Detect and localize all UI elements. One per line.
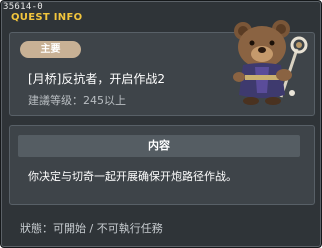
quest-info-window: 35614-0 QUEST INFO 主要 [月桥]反抗者，开启作战2 建議等级… [0,0,322,248]
quest-name: [月桥]反抗者，开启作战2 [28,72,165,86]
content-heading: 内容 [18,135,300,157]
bear-npc-icon [233,20,308,105]
window-title: QUEST INFO [11,12,83,23]
quest-type-badge: 主要 [20,41,81,58]
quest-description: 你决定与切奇一起开展确保开炮路径作战。 [28,170,237,183]
quest-id-label: 35614-0 [3,2,44,12]
recommended-level: 建議等级：245以上 [28,94,126,107]
quest-status: 狀態：可開始 / 不可執行任務 [20,222,163,235]
